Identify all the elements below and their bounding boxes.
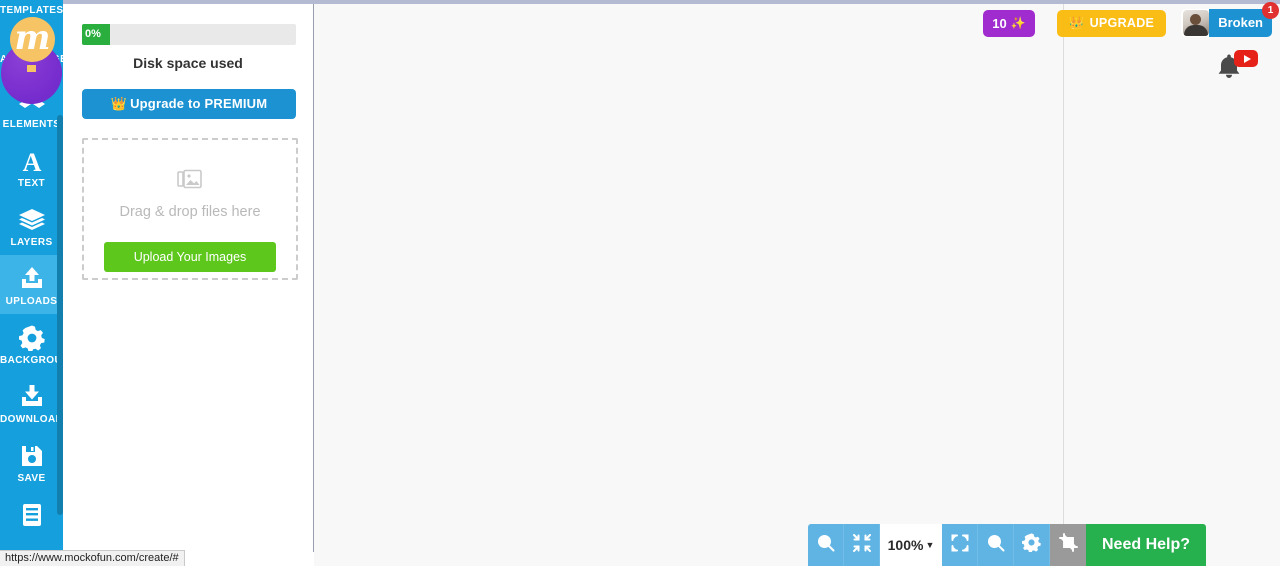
credits-badge[interactable]: 10 ✨ [983,9,1035,37]
sidebar-item-text[interactable]: A TEXT [0,137,63,196]
uploads-icon [0,264,63,294]
upload-your-images-button[interactable]: Upload Your Images [104,242,276,272]
left-sidebar: TEMPLATES AI IMAGE GENERATOR ELEMENTS [0,0,63,552]
bottom-toolbar: 100% ▼ Need Help? [808,524,1207,566]
play-triangle [1243,54,1251,63]
gear-icon [1021,533,1041,557]
fullscreen-button[interactable] [942,524,978,566]
user-notification-badge: 1 [1262,2,1279,19]
canvas-workspace[interactable] [314,4,1280,566]
zoom-level-value: 100% [887,537,924,553]
sidebar-item-pages[interactable] [0,491,63,539]
fullscreen-icon [951,534,969,557]
download-icon [0,382,63,412]
sidebar-item-ai-image-generator[interactable]: AI IMAGE GENERATOR [0,23,63,73]
sidebar-item-save[interactable]: SAVE [0,432,63,491]
elements-icon [0,87,63,117]
notification-bell[interactable] [1216,50,1258,84]
sidebar-item-templates[interactable]: TEMPLATES [0,0,63,23]
layers-icon [0,205,63,235]
sidebar-label-download: DOWNLOAD [0,414,63,425]
user-account-chip[interactable]: Broken 1 [1181,2,1279,37]
pages-icon [0,500,63,530]
upgrade-button[interactable]: 👑 UPGRADE [1056,9,1167,37]
workspace-divider [1063,4,1064,566]
chevron-down-icon: ▼ [925,540,935,550]
templates-icon [0,0,63,3]
sidebar-label-uploads: UPLOADS [5,296,58,307]
background-gear-icon [0,323,63,353]
disk-space-bar: 0% [82,24,296,45]
fit-screen-icon [852,533,871,557]
sidebar-label-background: BACKGROUN [0,355,63,366]
sparkles-icon: ✨ [1010,16,1026,30]
zoom-in-icon [987,534,1005,557]
crop-button[interactable] [1050,524,1086,566]
uploads-panel: 0% Disk space used 👑 Upgrade to PREMIUM D… [63,4,314,552]
upgrade-button-label: UPGRADE [1089,16,1155,30]
sidebar-label-text: TEXT [17,178,46,189]
crown-icon: 👑 [110,96,128,111]
zoom-level-selector[interactable]: 100% ▼ [880,524,942,566]
sidebar-label-templates: TEMPLATES [0,5,63,16]
zoom-out-button[interactable] [808,524,844,566]
crop-icon [1058,533,1078,557]
top-right-controls: 10 ✨ 👑 UPGRADE Broken 1 [983,2,1280,37]
sidebar-item-uploads[interactable]: UPLOADS [0,255,63,314]
zoom-in-button[interactable] [978,524,1014,566]
youtube-play-icon [1234,50,1258,67]
link-preview-statusbar: https://www.mockofun.com/create/# [0,550,185,566]
mockofun-editor: 0% Disk space used 👑 Upgrade to PREMIUM D… [0,0,1280,566]
upgrade-to-premium-button[interactable]: 👑 Upgrade to PREMIUM [82,89,296,119]
save-disk-icon [0,441,63,471]
avatar [1183,10,1210,36]
upgrade-premium-label: Upgrade to PREMIUM [130,96,268,111]
sidebar-item-background[interactable]: BACKGROUN [0,314,63,373]
sidebar-item-layers[interactable]: LAYERS [0,196,63,255]
svg-text:A: A [22,148,41,174]
credits-count: 10 [992,15,1007,31]
disk-space-caption: Disk space used [133,55,243,71]
sidebar-label-save: SAVE [17,473,46,484]
disk-space-fill: 0% [82,24,110,45]
fit-screen-button[interactable] [844,524,880,566]
sidebar-label-elements: ELEMENTS [2,119,61,130]
sidebar-scrollbar[interactable] [57,115,63,515]
file-dropzone[interactable]: Drag & drop files here Upload Your Image… [82,138,298,280]
zoom-out-icon [817,534,835,557]
settings-button[interactable] [1014,524,1050,566]
sidebar-label-layers: LAYERS [10,237,53,248]
text-icon: A [0,146,63,177]
dropzone-text: Drag & drop files here [119,204,261,220]
sidebar-item-download[interactable]: DOWNLOAD [0,373,63,432]
sidebar-item-elements[interactable]: ELEMENTS [0,73,63,137]
images-icon [177,168,203,195]
need-help-button[interactable]: Need Help? [1086,524,1207,566]
sidebar-label-ai-image-generator: AI IMAGE GENERATOR [0,54,63,65]
crown-icon: 👑 [1068,15,1085,30]
